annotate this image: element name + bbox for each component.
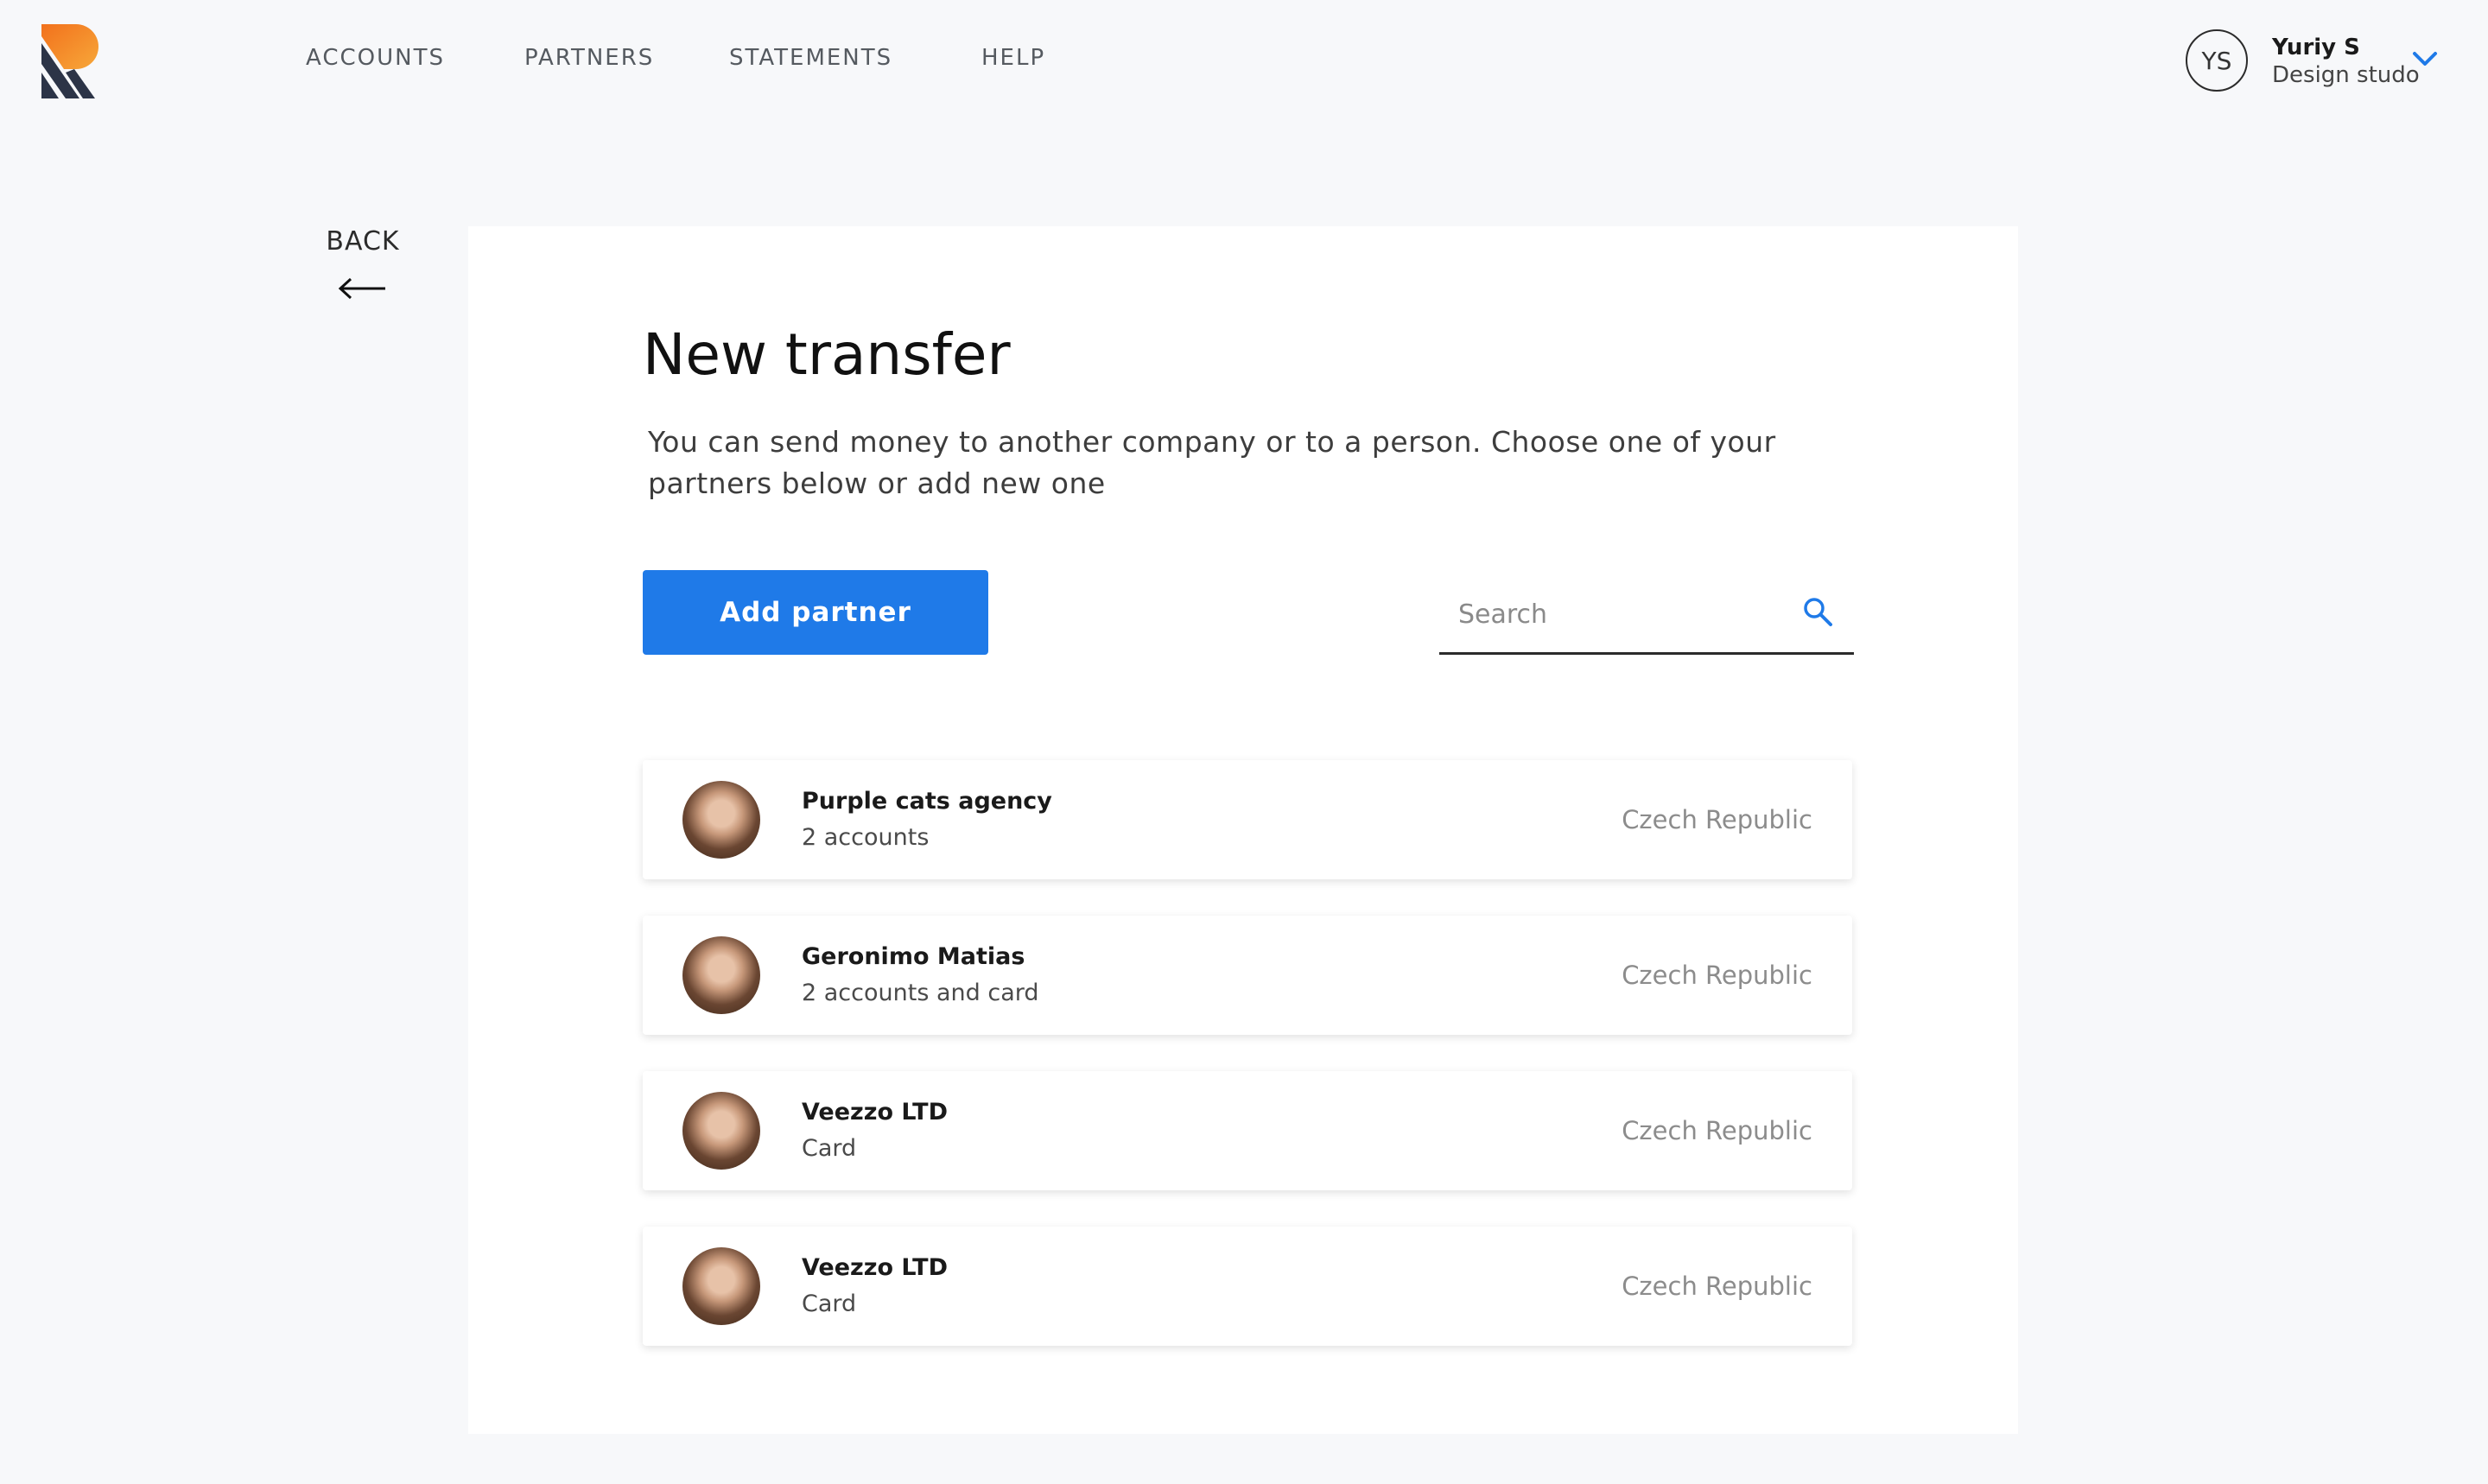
partner-country: Czech Republic [1622,1272,1812,1301]
partner-detail: Card [802,1291,857,1317]
nav-statements[interactable]: STATEMENTS [729,45,892,71]
partner-name: Veezzo LTD [802,1099,948,1126]
search-icon[interactable] [1802,596,1833,627]
partner-row[interactable]: Geronimo Matias 2 accounts and card Czec… [643,916,1852,1035]
partner-avatar [682,781,760,859]
partner-country: Czech Republic [1622,1116,1812,1145]
add-partner-button[interactable]: Add partner [643,570,988,655]
partner-avatar [682,1247,760,1325]
partner-detail: 2 accounts and card [802,980,1039,1006]
page-title: New transfer [643,321,1011,388]
partner-avatar [682,936,760,1014]
brand-logo[interactable] [41,24,104,98]
page-description: You can send money to another company or… [648,425,1776,500]
partner-country: Czech Republic [1622,805,1812,834]
partner-row[interactable]: Purple cats agency 2 accounts Czech Repu… [643,760,1852,879]
back-label: BACK [326,226,400,257]
user-avatar: YS [2186,29,2248,92]
user-name: Yuriy S [2272,35,2360,60]
arrow-left-icon [338,277,385,300]
search-field [1439,570,1854,655]
user-company: Design studo [2272,62,2420,88]
search-input[interactable] [1457,594,1788,634]
nav-partners[interactable]: PARTNERS [524,45,654,71]
nav-help[interactable]: HELP [981,45,1045,71]
partner-name: Purple cats agency [802,788,1052,815]
partner-detail: Card [802,1135,857,1162]
partner-avatar [682,1092,760,1170]
back-button[interactable]: BACK [320,226,406,301]
partner-row[interactable]: Veezzo LTD Card Czech Republic [643,1227,1852,1346]
nav-accounts[interactable]: ACCOUNTS [306,45,445,71]
chevron-down-icon[interactable] [2410,48,2440,69]
partner-row[interactable]: Veezzo LTD Card Czech Republic [643,1071,1852,1190]
partner-detail: 2 accounts [802,824,930,851]
partner-name: Geronimo Matias [802,943,1025,970]
partner-country: Czech Republic [1622,961,1812,990]
partner-name: Veezzo LTD [802,1254,948,1281]
